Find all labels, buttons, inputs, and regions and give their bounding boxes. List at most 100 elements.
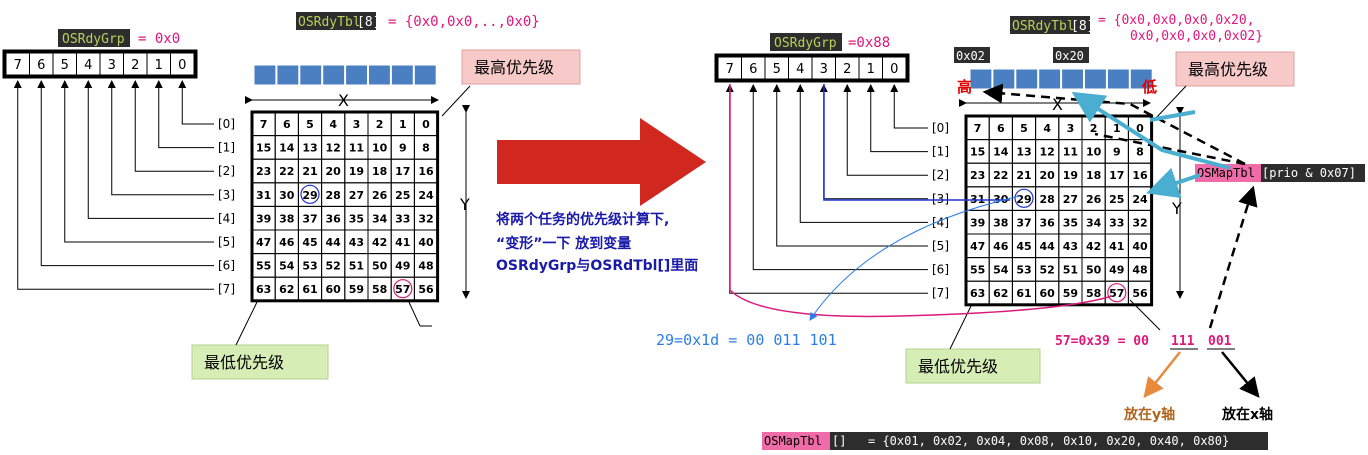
- left-bar-cell: [322, 64, 346, 86]
- right-grid-value: 15: [970, 146, 985, 159]
- right-bar-cell: [969, 68, 993, 90]
- right-row-label: [5]: [932, 239, 949, 253]
- right-grid-value: 58: [1086, 287, 1101, 300]
- left-highest-label: 最高优先级: [474, 58, 554, 77]
- left-grid-value: 37: [302, 212, 317, 225]
- right-priority-grid: 7 6 5 4 3 2 1 015 14 13 12 11 10 9 823 22 21 20 19 18 17 1631…: [964, 114, 1154, 307]
- to-y-axis-arrow: [1143, 351, 1181, 398]
- right-grid-value: 25: [1109, 193, 1124, 206]
- right-grid-value: 38: [993, 216, 1008, 229]
- right-bar-label-a: 0x02: [956, 49, 985, 63]
- left-grid-value: 25: [395, 189, 410, 202]
- right-bit-label: 1: [867, 62, 875, 77]
- right-grid-value: 3: [1067, 122, 1075, 135]
- left-grid-value: 8: [422, 142, 430, 155]
- right-grid-value: 27: [1063, 193, 1078, 206]
- right-row-connector: [725, 84, 928, 294]
- left-grid-value: 4: [329, 118, 337, 131]
- right-grid-value: 26: [1086, 193, 1102, 206]
- left-grid-value: 50: [372, 260, 388, 273]
- left-grid-value: 49: [395, 260, 410, 273]
- left-grid-value: 46: [279, 236, 295, 249]
- put-x-label: 放在x轴: [1221, 406, 1273, 423]
- right-low-label: 低: [1141, 78, 1157, 96]
- right-grid-value: 9: [1113, 146, 1121, 159]
- left-bit-label: 5: [61, 58, 69, 73]
- right-grid-value: 22: [993, 169, 1008, 182]
- left-grid-value: 31: [256, 189, 271, 202]
- right-row-label: [3]: [932, 192, 949, 206]
- right-bit-label: 4: [796, 62, 804, 77]
- left-grid-value: 30: [279, 189, 295, 202]
- left-row-connector: [84, 80, 214, 219]
- middle-line1: 将两个任务的优先级计算下,: [496, 211, 669, 228]
- left-grid-value: 34: [372, 212, 388, 225]
- right-row-label: [0]: [932, 121, 949, 135]
- left-tbl-label: OSRdyTbl: [298, 15, 361, 30]
- put-y-label: 放在y轴: [1123, 406, 1175, 423]
- left-bit-label: 6: [37, 58, 45, 73]
- right-grid-value: 59: [1063, 287, 1078, 300]
- right-lowest-pointer: [949, 303, 973, 350]
- right-bit-label: 7: [726, 62, 734, 77]
- right-y-label: Y: [1171, 199, 1182, 218]
- right-grid-value: 49: [1109, 264, 1124, 277]
- right-grid-value: 51: [1063, 264, 1078, 277]
- right-row-label: [2]: [932, 168, 949, 182]
- right-tbl-bar: [969, 68, 1153, 90]
- right-tbl-index: [8]: [1071, 19, 1094, 34]
- left-grid-value: 39: [256, 212, 271, 225]
- right-grid-value: 45: [1016, 240, 1031, 253]
- right-highest-label: 最高优先级: [1188, 60, 1268, 79]
- left-row-label: [2]: [218, 164, 235, 178]
- left-bar-cell: [299, 64, 323, 86]
- right-grid-value: 56: [1132, 287, 1148, 300]
- right-grid-value: 7: [974, 122, 982, 135]
- left-grid-value: 19: [349, 165, 364, 178]
- right-grid-value: 44: [1040, 240, 1056, 253]
- left-grid-value: 11: [349, 142, 364, 155]
- right-bit-label: 3: [820, 62, 828, 77]
- right-bit-label: 0: [890, 62, 898, 77]
- right-grid-value: 55: [970, 264, 985, 277]
- left-row-connector: [154, 80, 214, 149]
- right-grp-value: =0x88: [848, 35, 890, 51]
- right-grid-value: 24: [1132, 193, 1148, 206]
- left-grid-value: 48: [418, 260, 433, 273]
- left-grid-value: 20: [326, 165, 342, 178]
- left-grid-value: 40: [418, 236, 434, 249]
- left-lowest-label: 最低优先级: [204, 353, 284, 372]
- calc-29: 29=0x1d = 00 011 101: [656, 331, 837, 349]
- left-grid-value: 9: [399, 142, 407, 155]
- left-grid-value: 61: [302, 283, 317, 296]
- right-grid-value: 21: [1016, 169, 1031, 182]
- left-row-label: [6]: [218, 259, 235, 273]
- calc-57-y: 111: [1171, 334, 1195, 349]
- left-row-label: [4]: [218, 211, 235, 225]
- right-tbl-label: OSRdyTbl: [1012, 19, 1075, 34]
- left-grid-value: 62: [279, 283, 294, 296]
- right-grid-value: 8: [1136, 146, 1144, 159]
- left-grid-value: 44: [326, 236, 342, 249]
- bottom-maptbl-value: = {0x01, 0x02, 0x04, 0x08, 0x10, 0x20, 0…: [868, 434, 1229, 448]
- left-grid-value: 26: [372, 189, 388, 202]
- left-grid-value: 53: [302, 260, 317, 273]
- left-grid-value: 18: [372, 165, 387, 178]
- left-grid-value: 59: [349, 283, 364, 296]
- left-grid-value: 10: [372, 142, 388, 155]
- right-grid-value: 16: [1132, 169, 1148, 182]
- right-maptbl-expr: [prio & 0x07]: [1262, 166, 1356, 180]
- left-row-labels: [0] [1] [2] [3] [4] [5] [6] [7]: [13, 80, 235, 296]
- middle-line3: OSRdyGrp与OSRdTbl[]里面: [496, 258, 698, 274]
- left-grid-value: 22: [279, 165, 294, 178]
- left-row-connector: [37, 80, 214, 267]
- middle-line2: “变形”一下 放到变量: [496, 235, 631, 252]
- right-grid-value: 46: [993, 240, 1009, 253]
- right-row-labels: [0][1][2][3][4][5][6][7]: [725, 84, 949, 300]
- right-grid-value: 39: [970, 216, 985, 229]
- big-red-arrow: [497, 118, 706, 206]
- left-grid-value: 15: [256, 142, 271, 155]
- left-row-connector: [131, 80, 214, 172]
- left-grid-value: 14: [279, 142, 295, 155]
- left-panel: OSRdyGrp = 0x0 OSRdyTbl [8] = {0x0,0x0,.…: [2, 12, 581, 380]
